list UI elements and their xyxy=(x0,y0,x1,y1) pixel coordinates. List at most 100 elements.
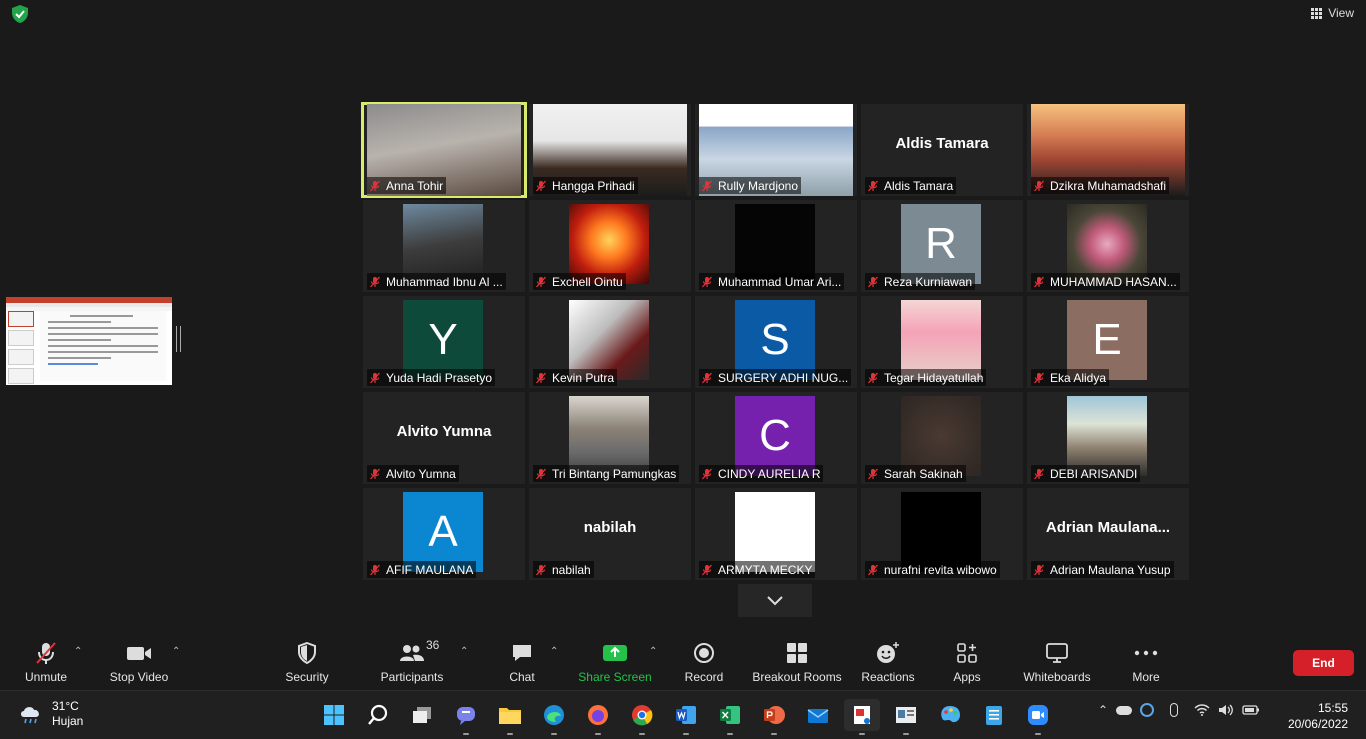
chevron-up-icon[interactable]: ⌃ xyxy=(1098,703,1108,717)
zoom-taskbar-button[interactable] xyxy=(1020,699,1056,735)
firefox-taskbar-button[interactable] xyxy=(580,699,616,735)
participant-tile[interactable]: A AFIF MAULANA xyxy=(363,488,525,580)
system-clock[interactable]: 15:55 20/06/2022 xyxy=(1288,700,1348,732)
onedrive-cloud-icon[interactable] xyxy=(1116,705,1133,715)
network-globe-icon[interactable] xyxy=(1140,703,1155,717)
muted-mic-icon xyxy=(536,276,546,287)
chat-button[interactable]: Chat xyxy=(504,634,540,690)
shared-screen-thumbnail[interactable] xyxy=(6,297,172,385)
breakout-rooms-button[interactable]: Breakout Rooms xyxy=(752,634,842,690)
microphone-icon[interactable] xyxy=(1170,703,1179,717)
powerpoint-taskbar-button[interactable] xyxy=(756,699,792,735)
participant-tile[interactable]: DEBI ARISANDI xyxy=(1027,392,1189,484)
more-button[interactable]: More xyxy=(1124,634,1168,690)
unmute-button[interactable]: Unmute xyxy=(18,634,74,690)
participant-tile[interactable]: nurafni revita wibowo xyxy=(861,488,1023,580)
participant-tile[interactable]: MUHAMMAD HASAN... xyxy=(1027,200,1189,292)
security-shield-icon[interactable] xyxy=(10,4,30,24)
participant-tile[interactable]: R Reza Kurniawan xyxy=(861,200,1023,292)
muted-mic-icon xyxy=(36,642,56,664)
reactions-button[interactable]: Reactions xyxy=(860,634,916,690)
mail-taskbar-button[interactable] xyxy=(800,699,836,731)
share-screen-button[interactable]: Share Screen xyxy=(578,634,652,690)
muted-mic-icon xyxy=(702,276,712,287)
muted-mic-icon xyxy=(1034,276,1044,287)
excel-taskbar-button[interactable] xyxy=(712,699,748,735)
participant-name: Eka Alidya xyxy=(1050,370,1107,385)
start-icon xyxy=(324,705,344,725)
paint-taskbar-button[interactable] xyxy=(932,699,968,731)
participant-tile[interactable]: C CINDY AURELIA R xyxy=(695,392,857,484)
snipping-tool-taskbar-button[interactable] xyxy=(844,699,880,735)
participant-name-label: Muhammad Umar Ari... xyxy=(699,273,845,290)
end-meeting-button[interactable]: End xyxy=(1293,650,1354,676)
record-button[interactable]: Record xyxy=(680,634,728,690)
audio-options-caret[interactable]: ⌃ xyxy=(74,646,84,657)
participant-tile[interactable]: Sarah Sakinah xyxy=(861,392,1023,484)
participant-tile[interactable]: Tri Bintang Pamungkas xyxy=(529,392,691,484)
participant-tile[interactable]: E Eka Alidya xyxy=(1027,296,1189,388)
participant-tile[interactable]: S SURGERY ADHI NUG... xyxy=(695,296,857,388)
profile-picture xyxy=(735,492,815,572)
word-taskbar-button[interactable] xyxy=(668,699,704,735)
share-screen-label: Share Screen xyxy=(578,670,652,684)
teams-chat-taskbar-button[interactable] xyxy=(448,699,484,735)
participant-tile[interactable]: Alvito Yumna Alvito Yumna xyxy=(363,392,525,484)
participant-tile[interactable]: Tegar Hidayatullah xyxy=(861,296,1023,388)
participant-name: nabilah xyxy=(552,562,591,577)
apps-button[interactable]: Apps xyxy=(944,634,990,690)
wifi-icon[interactable] xyxy=(1194,704,1210,716)
muted-mic-icon xyxy=(868,468,878,479)
participant-name-label: Dzikra Muhamadshafi xyxy=(1031,177,1170,194)
participant-tile[interactable]: Y Yuda Hadi Prasetyo xyxy=(363,296,525,388)
participant-tile[interactable]: Anna Tohir xyxy=(361,102,527,198)
muted-mic-icon xyxy=(370,372,380,383)
search-taskbar-button[interactable] xyxy=(360,699,396,731)
participant-tile[interactable]: Aldis Tamara Aldis Tamara xyxy=(861,104,1023,196)
whiteboard-icon xyxy=(1046,643,1068,663)
task-view-taskbar-button[interactable] xyxy=(404,699,440,731)
participant-name-label: Eka Alidya xyxy=(1031,369,1110,386)
chat-options-caret[interactable]: ⌃ xyxy=(550,646,560,657)
file-explorer-taskbar-button[interactable] xyxy=(492,699,528,735)
participant-tile[interactable]: Muhammad Ibnu Al ... xyxy=(363,200,525,292)
avatar: Y xyxy=(403,300,483,380)
participants-button[interactable]: 36 Participants xyxy=(378,634,446,690)
security-button[interactable]: Security xyxy=(280,634,334,690)
participant-name: Muhammad Ibnu Al ... xyxy=(386,274,503,289)
participant-name-label: Exchell Ointu xyxy=(533,273,626,290)
chrome-taskbar-button[interactable] xyxy=(624,699,660,735)
panel-resize-handle[interactable] xyxy=(176,326,181,352)
edge-taskbar-button[interactable] xyxy=(536,699,572,735)
participant-tile[interactable]: Exchell Ointu xyxy=(529,200,691,292)
view-button[interactable]: View xyxy=(1311,4,1354,22)
participants-options-caret[interactable]: ⌃ xyxy=(460,646,470,657)
stop-video-button[interactable]: Stop Video xyxy=(104,634,174,690)
volume-icon[interactable] xyxy=(1218,704,1234,716)
record-icon xyxy=(694,643,714,663)
participant-name: Anna Tohir xyxy=(386,178,444,193)
profile-picture xyxy=(901,492,981,572)
start-taskbar-button[interactable] xyxy=(316,699,352,731)
participant-tile[interactable]: Muhammad Umar Ari... xyxy=(695,200,857,292)
participant-tile[interactable]: nabilah nabilah xyxy=(529,488,691,580)
participant-tile[interactable]: Dzikra Muhamadshafi xyxy=(1027,104,1189,196)
participant-tile[interactable]: ARMYTA MECKY xyxy=(695,488,857,580)
weather-widget[interactable]: 31°C Hujan xyxy=(18,699,83,729)
battery-icon[interactable] xyxy=(1242,704,1260,716)
next-page-button[interactable] xyxy=(738,584,812,617)
share-options-caret[interactable]: ⌃ xyxy=(649,646,659,657)
participant-tile[interactable]: Kevin Putra xyxy=(529,296,691,388)
whiteboards-button[interactable]: Whiteboards xyxy=(1020,634,1094,690)
muted-mic-icon xyxy=(868,564,878,575)
participant-tile[interactable]: Rully Mardjono xyxy=(695,104,857,196)
video-options-caret[interactable]: ⌃ xyxy=(172,646,182,657)
task-view-icon xyxy=(413,707,431,723)
muted-mic-icon xyxy=(702,468,712,479)
notepad-taskbar-button[interactable] xyxy=(976,699,1012,731)
participant-name: Reza Kurniawan xyxy=(884,274,973,289)
profile-picture xyxy=(1067,396,1147,476)
reader-taskbar-button[interactable] xyxy=(888,699,924,735)
participant-tile[interactable]: Hangga Prihadi xyxy=(529,104,691,196)
participant-tile[interactable]: Adrian Maulana... Adrian Maulana Yusup xyxy=(1027,488,1189,580)
